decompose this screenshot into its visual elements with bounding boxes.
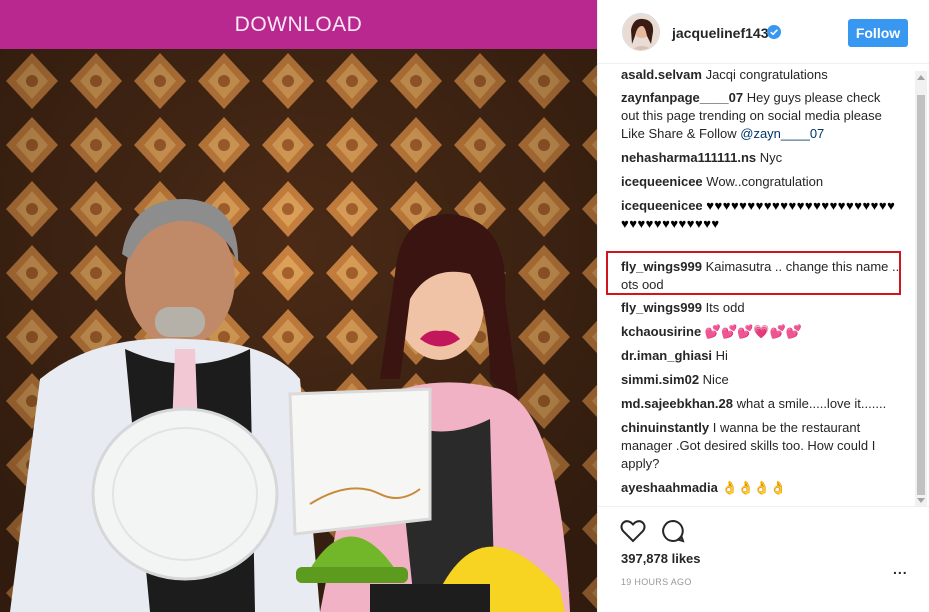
post-footer: 397,878 likes 19 HOURS AGO ... (598, 506, 929, 612)
comment-username[interactable]: chinuinstantly (621, 420, 709, 435)
post-header: jacquelinef143 Follow (598, 0, 929, 64)
comment: icequeenicee Wow..congratulation (621, 173, 901, 191)
comment-text: Hi (715, 348, 728, 363)
comments-list: asald.selvam Jacqi congratulations zaynf… (598, 64, 929, 506)
comment-username[interactable]: zaynfanpage____07 (621, 90, 743, 105)
comment-text: Nice (702, 372, 729, 387)
comment: md.sajeebkhan.28 what a smile.....love i… (621, 395, 901, 413)
comment-username[interactable]: simmi.sim02 (621, 372, 699, 387)
verified-badge-icon (767, 25, 781, 39)
scroll-down-icon[interactable] (915, 495, 927, 506)
comment: fly_wings999 Its odd (621, 299, 901, 317)
post-username[interactable]: jacquelinef143 (672, 25, 769, 41)
post-media: DOWNLOAD (0, 0, 597, 612)
comment: fly_wings999 Kaimasutra .. change this n… (621, 258, 901, 294)
comment-text: 👌👌👌👌 (721, 480, 787, 495)
post-time: 19 HOURS AGO (621, 577, 692, 587)
comment: zaynfanpage____07 Hey guys please check … (621, 89, 901, 143)
comment-username[interactable]: fly_wings999 (621, 259, 702, 274)
comment: nehasharma111111.ns Nyc (621, 149, 901, 167)
comment-icon[interactable] (661, 519, 685, 543)
comment-username[interactable]: icequeenicee (621, 174, 703, 189)
comment: kchaousirine 💕💕💕💗💕💕 (621, 323, 901, 341)
comment-username[interactable]: kchaousirine (621, 324, 701, 339)
comment-username[interactable]: nehasharma111111.ns (621, 150, 756, 165)
comment: icequeenicee ♥♥♥♥♥♥♥♥♥♥♥♥♥♥♥♥♥♥♥♥♥♥♥♥♥♥♥… (621, 197, 901, 233)
post-sidebar: jacquelinef143 Follow asald.selvam Jacqi… (597, 0, 929, 612)
comment-text: Jacqi congratulations (705, 67, 828, 82)
scroll-up-icon[interactable] (915, 71, 927, 83)
comment-username[interactable]: md.sajeebkhan.28 (621, 396, 733, 411)
comment-text: what a smile.....love it....... (736, 396, 887, 411)
comment: ayeshaahmadia 👌👌👌👌 (621, 479, 901, 497)
comment-text: 💕💕💕💗💕💕 (704, 324, 802, 339)
comment-username[interactable]: dr.iman_ghiasi (621, 348, 712, 363)
comment: dr.iman_ghiasi Hi (621, 347, 901, 365)
comment-text: Nyc (759, 150, 783, 165)
comment-username[interactable]: ayeshaahmadia (621, 480, 718, 495)
comment-username[interactable]: asald.selvam (621, 67, 702, 82)
download-label: DOWNLOAD (234, 12, 363, 36)
likes-count[interactable]: 397,878 likes (621, 551, 701, 566)
comments-scrollbar[interactable] (915, 71, 927, 506)
comment-text: Wow..congratulation (706, 174, 824, 189)
comment: simmi.sim02 Nice (621, 371, 901, 389)
comment: asald.selvam Jacqi congratulations (621, 66, 901, 84)
comment-text: Its odd (705, 300, 745, 315)
post-photo[interactable] (0, 49, 597, 612)
follow-button[interactable]: Follow (848, 19, 908, 47)
follow-label: Follow (855, 25, 901, 41)
more-options-button[interactable]: ... (893, 561, 908, 577)
avatar[interactable] (622, 13, 660, 51)
download-banner[interactable]: DOWNLOAD (0, 0, 597, 49)
comment-mention[interactable]: @zayn____07 (740, 126, 824, 141)
comment-username[interactable]: icequeenicee (621, 198, 703, 213)
comment: chinuinstantly I wanna be the restaurant… (621, 419, 901, 473)
heart-icon[interactable] (620, 519, 646, 543)
scroll-thumb[interactable] (917, 95, 925, 495)
comment-username[interactable]: fly_wings999 (621, 300, 702, 315)
